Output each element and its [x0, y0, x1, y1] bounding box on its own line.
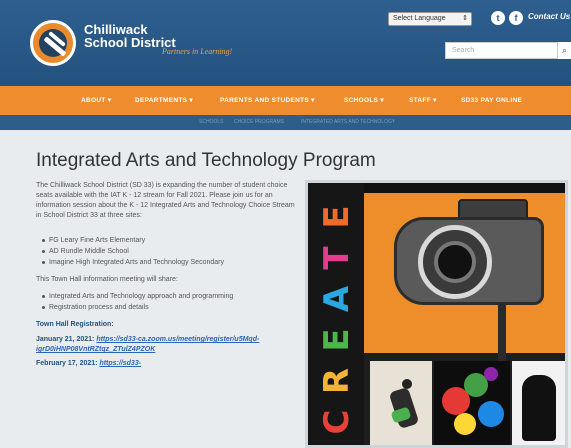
breadcrumb-item: INTEGRATED ARTS AND TECHNOLOGY: [301, 119, 396, 125]
list-item: AD Rundle Middle School: [42, 246, 292, 257]
create-letter: A: [317, 285, 357, 313]
nav-item-about[interactable]: ABOUT ▾: [81, 86, 111, 115]
registration-heading: Town Hall Registration:: [36, 321, 114, 328]
nav-item-pay-online[interactable]: SD33 PAY ONLINE: [461, 86, 522, 115]
dancer-image: [370, 361, 432, 445]
registration-january: January 21, 2021: https://sd33-ca.zoom.u…: [36, 335, 301, 355]
create-artwork-image: CREATE: [305, 180, 568, 448]
district-logo[interactable]: [30, 20, 76, 66]
sites-list: FG Leary Fine Arts Elementary AD Rundle …: [42, 235, 292, 268]
create-letter: E: [317, 205, 357, 229]
page-title: Integrated Arts and Technology Program: [36, 150, 376, 171]
registration-february: February 17, 2021: https://sd33-: [36, 359, 301, 369]
contact-us-link[interactable]: Contact Us: [528, 12, 570, 21]
tagline: Partners in Learning!: [162, 47, 233, 56]
district-name[interactable]: Chilliwack School District: [84, 23, 176, 49]
list-item: Imagine High Integrated Arts and Technol…: [42, 257, 292, 268]
main-nav: ABOUT ▾ DEPARTMENTS ▾ PARENTS AND STUDEN…: [0, 86, 571, 115]
paint-splash-image: [434, 361, 510, 445]
town-hall-intro: This Town Hall information meeting will …: [36, 276, 178, 283]
nav-item-staff[interactable]: STAFF ▾: [409, 86, 437, 115]
saxophone-player-image: [512, 361, 565, 445]
create-letter: T: [317, 246, 357, 270]
site-header: Chilliwack School District Partners in L…: [0, 0, 571, 86]
create-letter: R: [317, 367, 357, 395]
select-arrows-icon: ⇕: [462, 15, 468, 22]
nav-item-parents-and-students[interactable]: PARENTS AND STUDENTS ▾: [220, 86, 315, 115]
create-letter: E: [317, 328, 357, 352]
registration-date: January 21, 2021:: [36, 336, 97, 343]
breadcrumb-item[interactable]: CHOICE PROGRAMS: [234, 115, 284, 130]
nav-item-departments[interactable]: DEPARTMENTS ▾: [135, 86, 193, 115]
search-icon[interactable]: ⌕: [558, 42, 571, 59]
breadcrumb-item[interactable]: SCHOOLS: [199, 115, 223, 130]
language-select-value: Select Language: [393, 15, 446, 22]
list-item: FG Leary Fine Arts Elementary: [42, 235, 292, 246]
breadcrumb: SCHOOLS CHOICE PROGRAMS INTEGRATED ARTS …: [0, 115, 571, 130]
create-letter: C: [317, 409, 357, 435]
registration-link[interactable]: https://sd33-: [99, 360, 141, 367]
nav-item-schools[interactable]: SCHOOLS ▾: [344, 86, 384, 115]
language-select[interactable]: Select Language ⇕: [388, 12, 472, 26]
search-input[interactable]: Search: [445, 42, 558, 59]
intro-paragraph: The Chilliwack School District (SD 33) i…: [36, 182, 295, 219]
facebook-icon[interactable]: f: [509, 11, 523, 25]
registration-date: February 17, 2021:: [36, 360, 100, 367]
list-item: Integrated Arts and Technology approach …: [42, 291, 292, 302]
share-list: Integrated Arts and Technology approach …: [42, 291, 292, 313]
twitter-icon[interactable]: t: [491, 11, 505, 25]
list-item: Registration process and details: [42, 302, 292, 313]
